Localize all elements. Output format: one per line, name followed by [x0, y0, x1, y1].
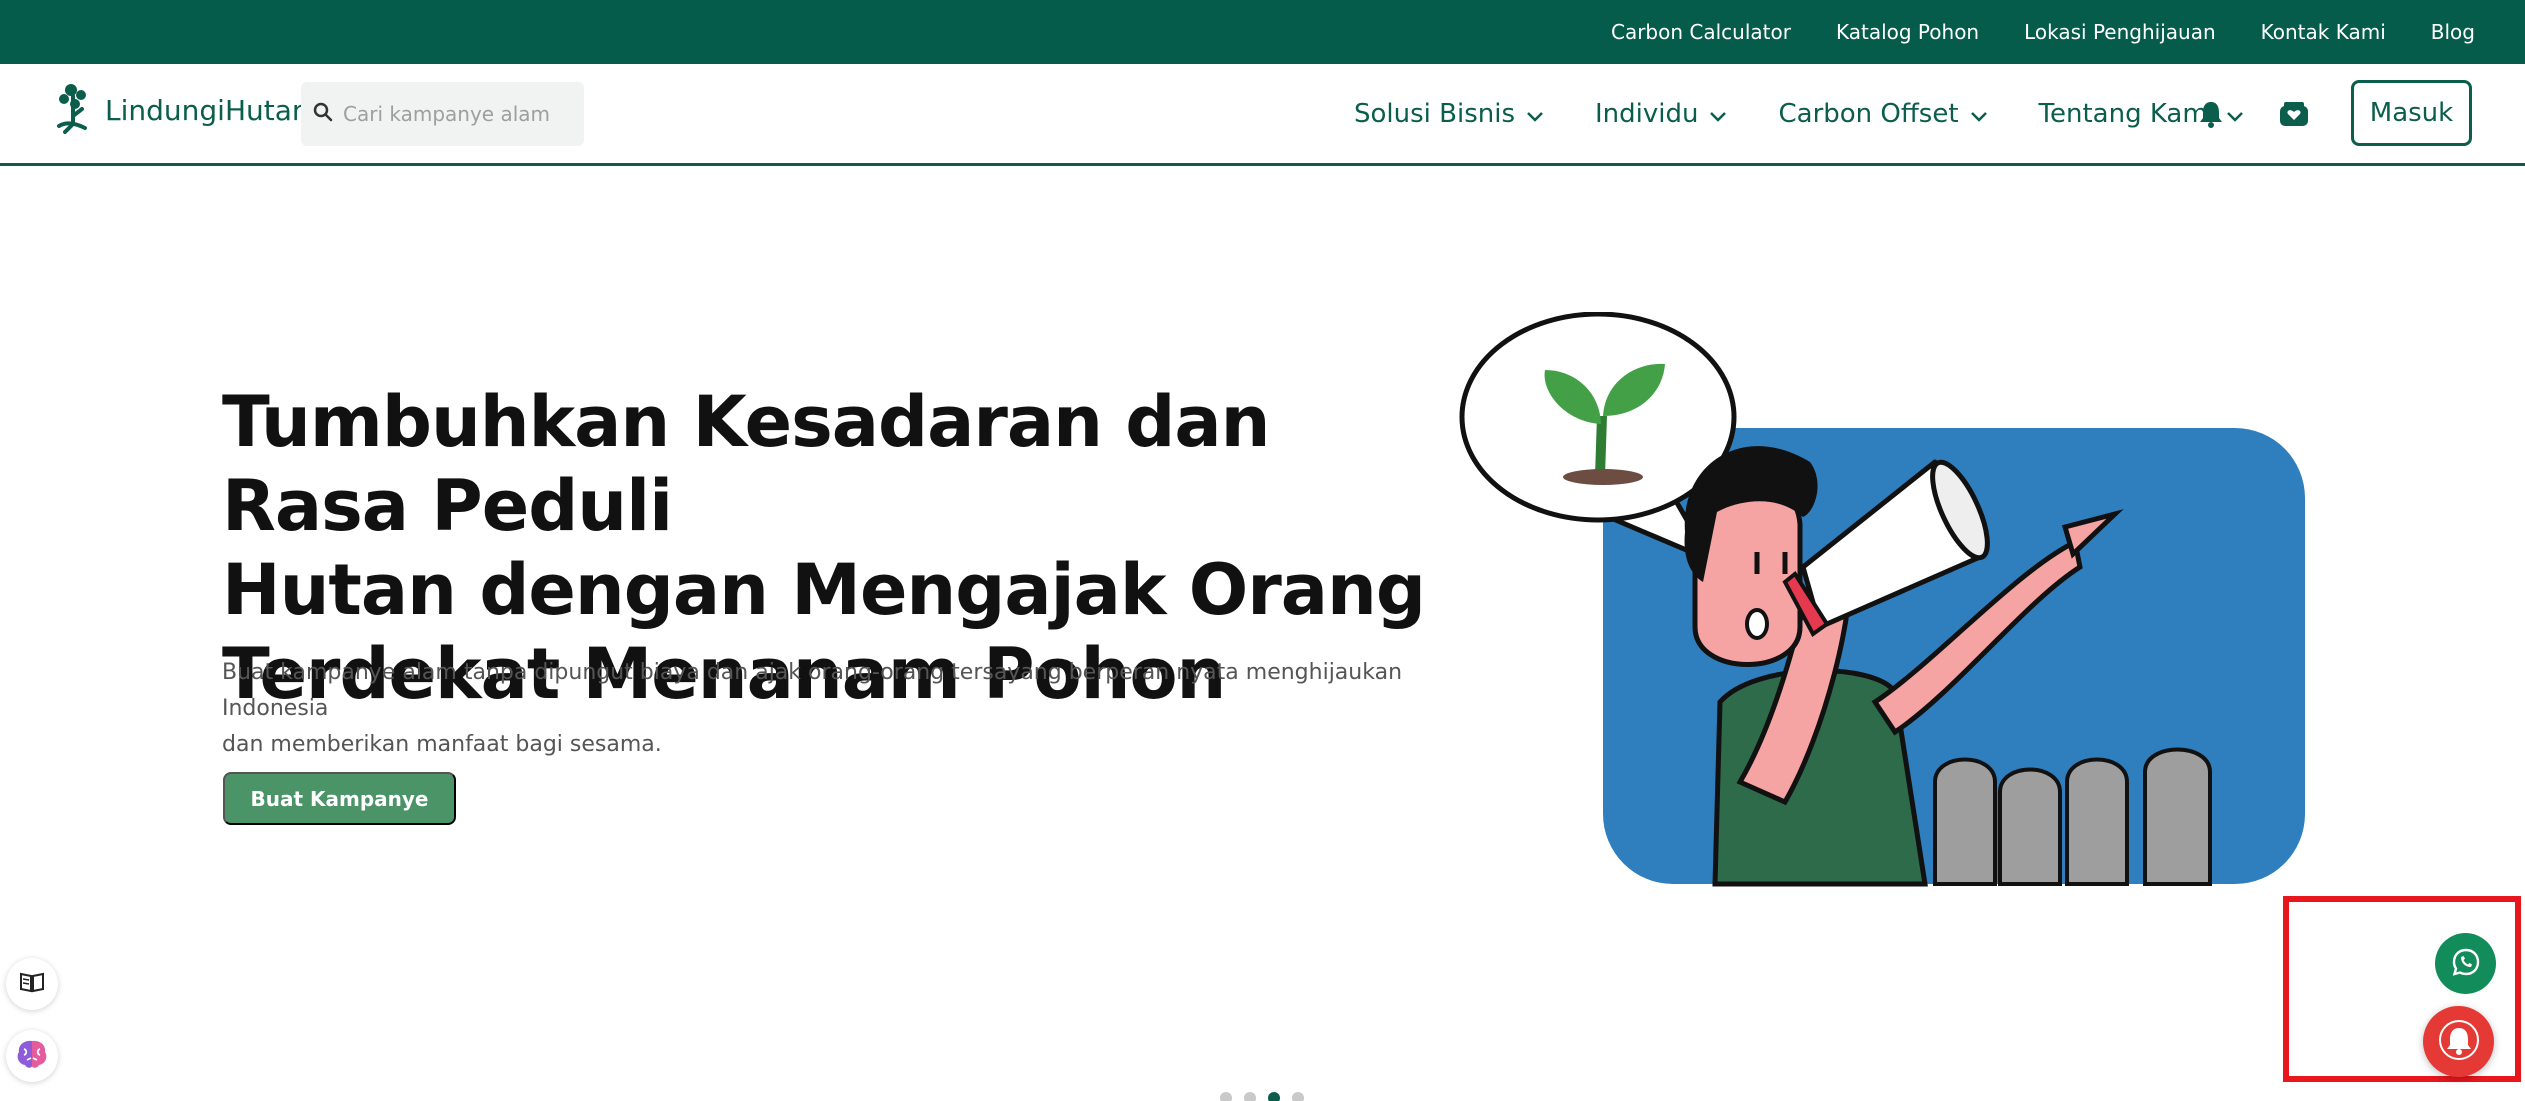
book-open-icon [19, 971, 45, 997]
nav-label: Solusi Bisnis [1354, 99, 1516, 129]
hero-title-line: Hutan dengan Mengajak Orang [222, 549, 1426, 631]
nav-individu[interactable]: Individu [1595, 99, 1727, 129]
hero-title-line: Tumbuhkan Kesadaran dan Rasa Peduli [222, 381, 1270, 547]
topbar-links: Carbon Calculator Katalog Pohon Lokasi P… [1611, 0, 2475, 64]
hero-subtitle-line: Buat kampanye alam tanpa dipungut biaya … [222, 660, 1403, 721]
topbar-link-katalog-pohon[interactable]: Katalog Pohon [1836, 20, 1979, 44]
carousel-dot[interactable] [1220, 1092, 1232, 1101]
nav-label: Tentang Kami [2038, 99, 2215, 129]
carousel-dot[interactable] [1292, 1092, 1304, 1101]
topbar-link-carbon-calculator[interactable]: Carbon Calculator [1611, 20, 1791, 44]
chevron-down-icon [1970, 99, 1987, 129]
nav-solusi-bisnis[interactable]: Solusi Bisnis [1354, 99, 1543, 129]
carousel-dots [1220, 1092, 1304, 1101]
logo-text: LindungiHutan [105, 93, 310, 127]
topbar-link-lokasi-penghijauan[interactable]: Lokasi Penghijauan [2024, 20, 2216, 44]
topbar-link-blog[interactable]: Blog [2431, 20, 2475, 44]
hero-subtitle-line: dan memberikan manfaat bagi sesama. [222, 732, 662, 757]
nav-label: Individu [1595, 99, 1699, 129]
push-notification-button[interactable] [2423, 1006, 2494, 1077]
whatsapp-icon [2450, 946, 2482, 982]
create-campaign-button[interactable]: Buat Kampanye [223, 772, 456, 825]
tree-logo-icon [55, 82, 95, 138]
chevron-down-icon [1527, 99, 1543, 129]
carousel-dot-active[interactable] [1268, 1092, 1280, 1101]
bell-icon[interactable] [2191, 94, 2231, 134]
nav-carbon-offset[interactable]: Carbon Offset [1778, 99, 1987, 129]
nav-label: Carbon Offset [1778, 99, 1959, 129]
main-nav: Solusi Bisnis Individu Carbon Offset Ten… [1354, 64, 2295, 164]
megaphone-illustration [1459, 312, 2305, 887]
campaign-search[interactable] [301, 82, 584, 146]
reader-mode-button[interactable] [6, 958, 58, 1010]
hero-subtitle: Buat kampanye alam tanpa dipungut biaya … [222, 655, 1412, 763]
whatsapp-button[interactable] [2435, 933, 2496, 994]
search-input[interactable] [343, 102, 563, 126]
donation-box-icon[interactable] [2274, 94, 2314, 134]
brain-icon [14, 1038, 50, 1074]
login-button[interactable]: Masuk [2351, 80, 2472, 146]
main-header: LindungiHutan Solusi Bisnis Individu Car… [0, 64, 2525, 166]
top-utility-bar: Carbon Calculator Katalog Pohon Lokasi P… [0, 0, 2525, 64]
ai-assistant-button[interactable] [6, 1030, 58, 1082]
chevron-down-icon [1710, 99, 1727, 129]
carousel-dot[interactable] [1244, 1092, 1256, 1101]
search-icon [313, 102, 333, 126]
site-logo[interactable]: LindungiHutan [55, 80, 310, 140]
bell-icon [2438, 1019, 2479, 1064]
topbar-link-kontak-kami[interactable]: Kontak Kami [2261, 20, 2386, 44]
